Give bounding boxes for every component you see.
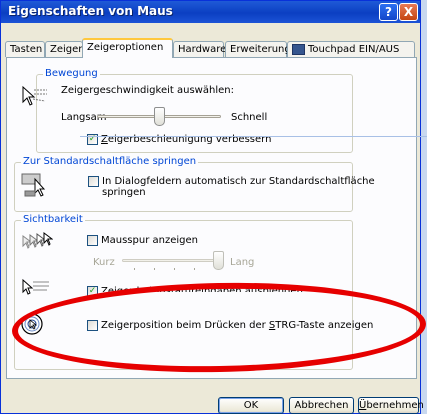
cancel-button[interactable]: Abbrechen (289, 397, 354, 414)
touchpad-icon (292, 43, 305, 55)
short-label: Kurz (93, 257, 115, 268)
trails-checkbox[interactable] (87, 235, 98, 246)
title-bar[interactable]: Eigenschaften von Maus ? X (1, 1, 420, 23)
ctrl-locate-checkbox[interactable] (87, 320, 98, 331)
pointer-speed-icon (22, 85, 47, 106)
pointer-trails-icon (22, 232, 53, 249)
trails-tick (134, 268, 135, 270)
trails-slider[interactable] (122, 246, 224, 274)
trails-tick (194, 268, 195, 270)
visibility-group-title: Sichtbarkeit (21, 214, 85, 226)
ctrl-locate-label[interactable]: Zeigerposition beim Drücken der STRG-Tas… (101, 320, 373, 332)
help-button[interactable]: ? (379, 3, 398, 21)
close-button[interactable]: X (399, 3, 418, 21)
tab-touchpad-label: Touchpad EIN/AUS (308, 44, 400, 55)
fast-label: Schnell (231, 112, 268, 123)
tab-hardware[interactable]: Hardware (173, 41, 226, 57)
tab-touchpad[interactable]: Touchpad EIN/AUS (287, 41, 415, 57)
snap-checkbox[interactable] (88, 176, 99, 187)
tab-tasten[interactable]: Tasten (5, 41, 45, 57)
tab-zeiger[interactable]: Zeiger (45, 41, 83, 57)
snap-to-default-icon (21, 173, 46, 197)
long-label: Lang (230, 257, 255, 268)
speed-label: Zeigergeschwindigkeit auswählen: (61, 85, 234, 96)
snap-group-title: Zur Standardschaltfläche springen (21, 156, 199, 168)
trails-tick (174, 268, 175, 270)
tab-zeigeroptionen[interactable]: Zeigeroptionen (82, 38, 173, 58)
speed-slider[interactable] (97, 102, 221, 130)
motion-group-title: Bewegung (43, 68, 100, 80)
window-title: Eigenschaften von Maus (8, 4, 173, 18)
locate-pointer-icon (21, 313, 43, 335)
ok-button[interactable]: OK (218, 397, 284, 414)
hide-pointer-checkbox[interactable]: ✓ (87, 286, 98, 297)
tab-erweiterung[interactable]: Erweiterung (225, 41, 291, 57)
tab-panel: Bewegung Zeigergeschwindigkeit auswählen… (6, 57, 417, 379)
apply-button[interactable]: Übernehmen (358, 397, 424, 414)
hide-pointer-icon (22, 278, 49, 295)
snap-label-line2[interactable]: springen (102, 187, 146, 199)
trails-tick (154, 268, 155, 270)
speed-slider-thumb[interactable] (154, 107, 165, 126)
dialog-window: Eigenschaften von Maus ? X Tasten Zeiger… (0, 0, 424, 414)
decorative-line (80, 136, 427, 137)
apply-button-label: bernehmen (366, 400, 424, 411)
trails-track (122, 259, 224, 262)
trails-slider-thumb[interactable] (213, 251, 224, 270)
